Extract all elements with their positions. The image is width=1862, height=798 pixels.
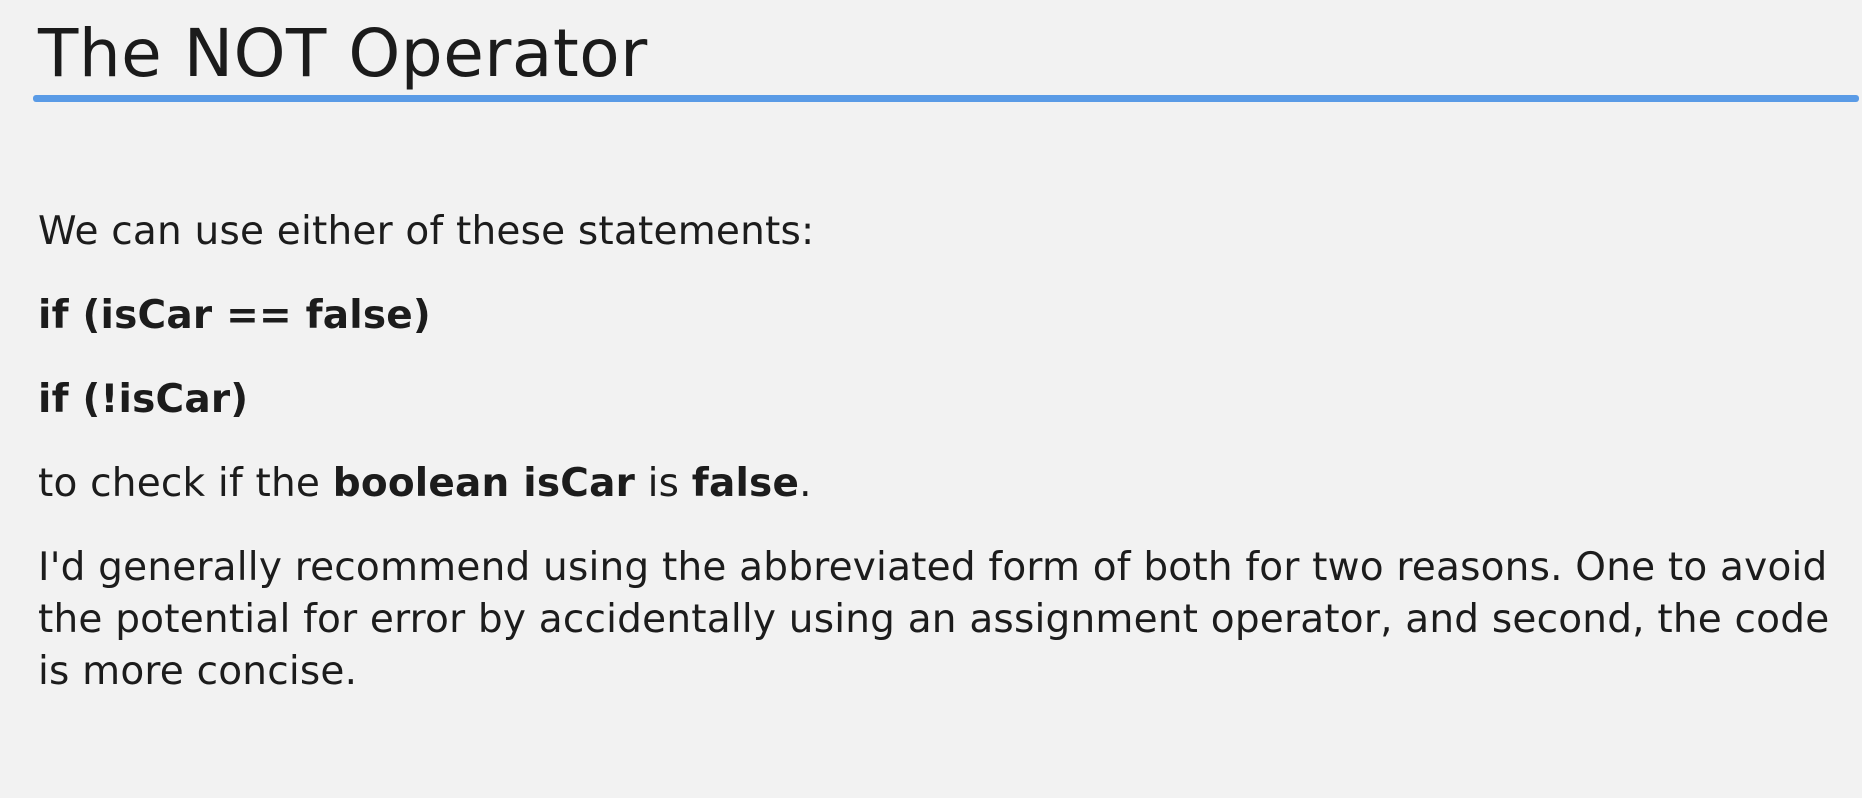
check-line-value: false: [691, 461, 800, 506]
slide: The NOT Operator We can use either of th…: [0, 0, 1862, 798]
recommendation-text: I'd generally recommend using the abbrev…: [38, 545, 1830, 694]
statement-equals-false: if (isCar == false): [38, 293, 431, 338]
slide-body: We can use either of these statements: i…: [38, 206, 1838, 730]
statement-not-operator: if (!isCar): [38, 377, 249, 422]
page-title: The NOT Operator: [38, 15, 648, 92]
intro-text: We can use either of these statements:: [38, 209, 815, 254]
title-underline: [33, 95, 1859, 102]
check-line-suffix: .: [799, 461, 812, 506]
check-line-middle: is: [635, 461, 692, 506]
check-line-prefix: to check if the: [38, 461, 333, 506]
check-line-subject: boolean isCar: [332, 461, 636, 506]
check-line: to check if the boolean isCar is false.: [38, 458, 1838, 510]
